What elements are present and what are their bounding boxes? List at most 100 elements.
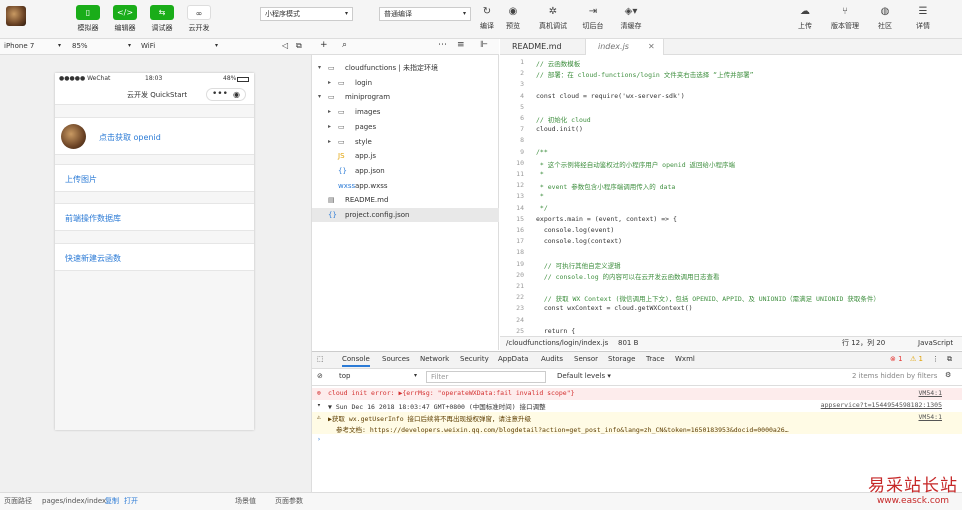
language-mode[interactable]: JavaScript (918, 337, 953, 350)
devtools-tab-sensor[interactable]: Sensor (574, 355, 598, 363)
details-button[interactable]: ☰ 详情 (904, 5, 942, 31)
devtools-tab-security[interactable]: Security (460, 355, 489, 363)
console-message-text: ▶获取 wx.getUserInfo 接口后续将不再出现授权弹窗，请注意升级 (328, 415, 532, 423)
editor-label: 编辑器 (114, 24, 136, 32)
user-avatar[interactable] (6, 6, 26, 26)
database-link[interactable]: 前端操作数据库 (65, 213, 121, 224)
tree-item[interactable]: ▸ ▭ style (312, 135, 499, 149)
debugger-button[interactable]: ⇆ 调试器 (142, 5, 182, 33)
console-source-link[interactable]: VM54:1 (919, 413, 942, 421)
background-button[interactable]: ⇥ 切后台 (574, 5, 612, 31)
debug-icon: ⇆ (150, 5, 174, 20)
devtools-tab-console[interactable]: Console (342, 355, 370, 367)
editor-button[interactable]: </> 编辑器 (105, 5, 145, 33)
mode-select[interactable]: 小程序模式 ▾ (260, 7, 353, 21)
code-editor[interactable]: 1 // 云函数模板 2 // 部署：在 cloud-functions/login … (500, 55, 962, 336)
upload-button[interactable]: ☁ 上传 (786, 5, 824, 31)
tab-readme[interactable]: README.md (500, 39, 586, 55)
levels-select[interactable]: Default levels ▾ (557, 372, 611, 380)
community-button[interactable]: ◍ 社区 (866, 5, 904, 31)
line-number: 8 (520, 136, 524, 145)
open-link[interactable]: 打开 (124, 493, 138, 510)
tree-item[interactable]: JS app.js (312, 149, 499, 163)
watermark-area (312, 492, 962, 510)
close-icon[interactable]: ◉ (233, 89, 240, 100)
console-source-link[interactable]: VM54:1 (919, 389, 942, 397)
clear-cache-button[interactable]: ◈▾ 清缓存 (612, 5, 650, 31)
clear-console-icon[interactable]: ⊘ (317, 372, 323, 380)
chevron-right-icon[interactable]: ▸ (328, 135, 331, 149)
code-line: // 部署：在 cloud-functions/login 文件夹右击选择 “上… (536, 71, 754, 80)
chevron-right-icon[interactable]: ▸ (328, 105, 331, 119)
console-message[interactable]: ▾ ▼ Sun Dec 16 2018 18:03:47 GMT+0800 (中国… (312, 400, 962, 412)
page-params-label[interactable]: 页面参数 (275, 493, 303, 510)
tree-item[interactable]: ▤ README.md (312, 193, 499, 207)
zoom-select[interactable]: 85% (72, 42, 88, 50)
console-prompt[interactable]: › (317, 435, 321, 443)
upload-image-cell[interactable]: 上传图片 (55, 164, 254, 192)
more-icon[interactable]: ••• (212, 89, 228, 100)
eye-icon: ◉ (508, 6, 518, 17)
database-cell[interactable]: 前端操作数据库 (55, 203, 254, 231)
chevron-down-icon[interactable]: ▾ (318, 90, 321, 104)
search-icon[interactable]: ⌕ (342, 40, 347, 50)
devtools-tab-appdata[interactable]: AppData (498, 355, 528, 363)
scene-label[interactable]: 场景值 (235, 493, 256, 510)
devtools-tab-network[interactable]: Network (420, 355, 449, 363)
popout-icon[interactable]: ⧉ (296, 41, 302, 51)
add-icon[interactable]: + (320, 40, 328, 50)
line-number: 2 (520, 69, 524, 78)
sort-icon[interactable]: ≡ (457, 40, 465, 50)
device-select[interactable]: iPhone 7 (4, 42, 34, 50)
volume-icon[interactable]: ◁ (282, 41, 288, 50)
devtools-tab-sources[interactable]: Sources (382, 355, 410, 363)
copy-link[interactable]: 复制 (105, 493, 119, 510)
cursor-position: 行 12，列 20 (842, 339, 886, 347)
filter-input[interactable]: Filter (426, 371, 546, 383)
tree-item[interactable]: wxss app.wxss (312, 179, 499, 193)
devtools-tab-wxml[interactable]: Wxml (675, 355, 695, 363)
chevron-down-icon[interactable]: ▾ (318, 61, 321, 75)
preview-button[interactable]: ◉ 预览 (494, 5, 532, 31)
tree-item[interactable]: ▾ ▭ miniprogram (312, 90, 499, 104)
chevron-right-icon[interactable]: ▸ (328, 120, 331, 134)
network-select[interactable]: WiFi (141, 42, 155, 50)
version-button[interactable]: ⑂ 版本管理 (826, 5, 864, 31)
console-message[interactable]: ⚠ ▶获取 wx.getUserInfo 接口后续将不再出现授权弹窗，请注意升级 V… (312, 412, 962, 423)
more-icon[interactable]: ⋯ (438, 40, 447, 50)
new-function-link[interactable]: 快速新建云函数 (65, 253, 121, 264)
devtools-tab-audits[interactable]: Audits (541, 355, 563, 363)
collapse-icon[interactable]: ⊩ (480, 40, 488, 50)
devtools-tab-trace[interactable]: Trace (646, 355, 665, 363)
tree-item[interactable]: ▾ ▭ cloudfunctions | 未指定环境 (312, 61, 499, 75)
tree-item[interactable]: ▸ ▭ login (312, 76, 499, 90)
upload-image-link[interactable]: 上传图片 (65, 174, 97, 185)
context-select[interactable]: top (339, 372, 350, 380)
tree-item[interactable]: ▸ ▭ pages (312, 120, 499, 134)
compile-select[interactable]: 普通编译 ▾ (379, 7, 471, 21)
more-icon[interactable]: ⋮ (932, 355, 939, 363)
tree-item[interactable]: ▸ ▭ images (312, 105, 499, 119)
cloud-dev-button[interactable]: ∞ 云开发 (179, 5, 219, 33)
console-source-link[interactable]: appservice?t=1544954598182:1305 (821, 401, 942, 409)
console-message[interactable]: ⊗ cloud init error: ▶{errMsg: "operateWXD… (312, 388, 962, 400)
popout-icon[interactable]: ⧉ (947, 355, 952, 364)
inspect-icon[interactable]: ⬚ (317, 355, 324, 363)
close-icon[interactable]: ✕ (648, 39, 655, 55)
openid-cell[interactable]: 点击获取 openid (55, 117, 254, 155)
battery-icon (237, 77, 249, 82)
new-function-cell[interactable]: 快速新建云函数 (55, 243, 254, 271)
remote-debug-button[interactable]: ✲ 真机调试 (534, 5, 572, 31)
console-message[interactable]: 参考文档: https://developers.weixin.qq.com/b… (312, 423, 962, 434)
tab-index-js[interactable]: index.js ✕ (586, 39, 664, 55)
capsule-menu[interactable]: ••• ◉ (206, 88, 246, 101)
tree-item[interactable]: {} app.json (312, 164, 499, 178)
gear-icon[interactable]: ⚙ (945, 371, 951, 379)
chevron-right-icon[interactable]: ▸ (328, 76, 331, 90)
tree-item[interactable]: {} project.config.json (312, 208, 499, 222)
line-number: 23 (516, 304, 524, 313)
hidden-items: 2 items hidden by filters (852, 372, 938, 380)
get-openid-link[interactable]: 点击获取 openid (99, 132, 161, 143)
simulator-button[interactable]: ▯ 模拟器 (68, 5, 108, 33)
devtools-tab-storage[interactable]: Storage (608, 355, 635, 363)
